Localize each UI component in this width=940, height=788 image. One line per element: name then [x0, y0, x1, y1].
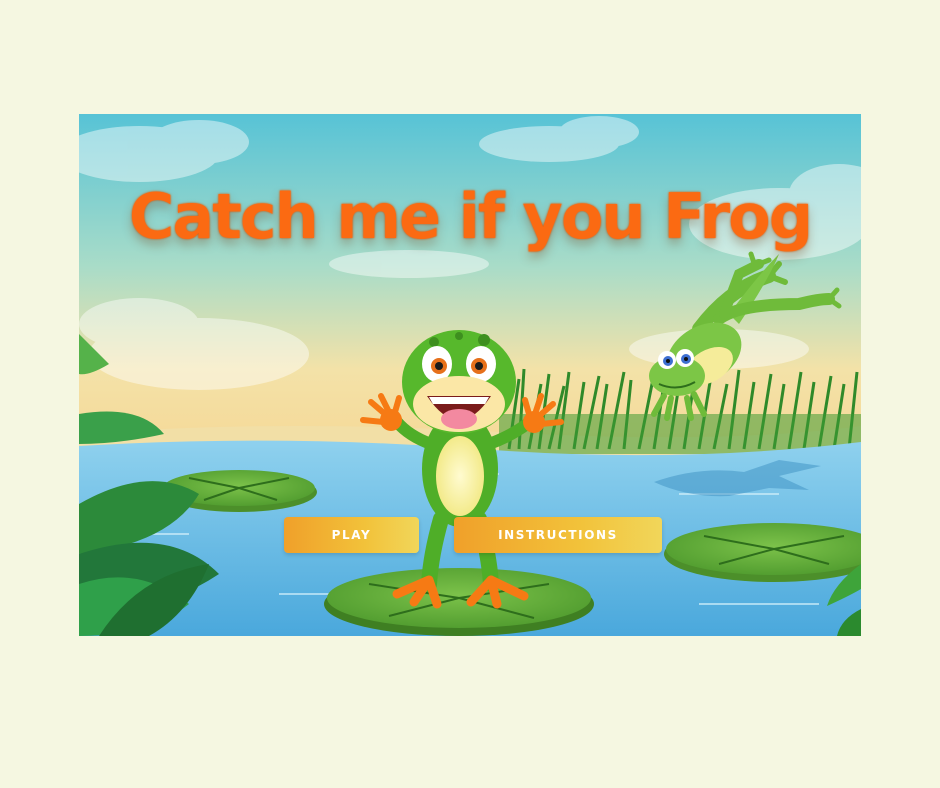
game-start-screen: Catch me if you Frog PLAY INSTRUCTIONS [79, 114, 861, 636]
lily-pad-center [324, 568, 594, 636]
game-title: Catch me if you Frog [128, 180, 813, 253]
instructions-button[interactable]: INSTRUCTIONS [454, 517, 662, 553]
play-button[interactable]: PLAY [284, 517, 419, 553]
